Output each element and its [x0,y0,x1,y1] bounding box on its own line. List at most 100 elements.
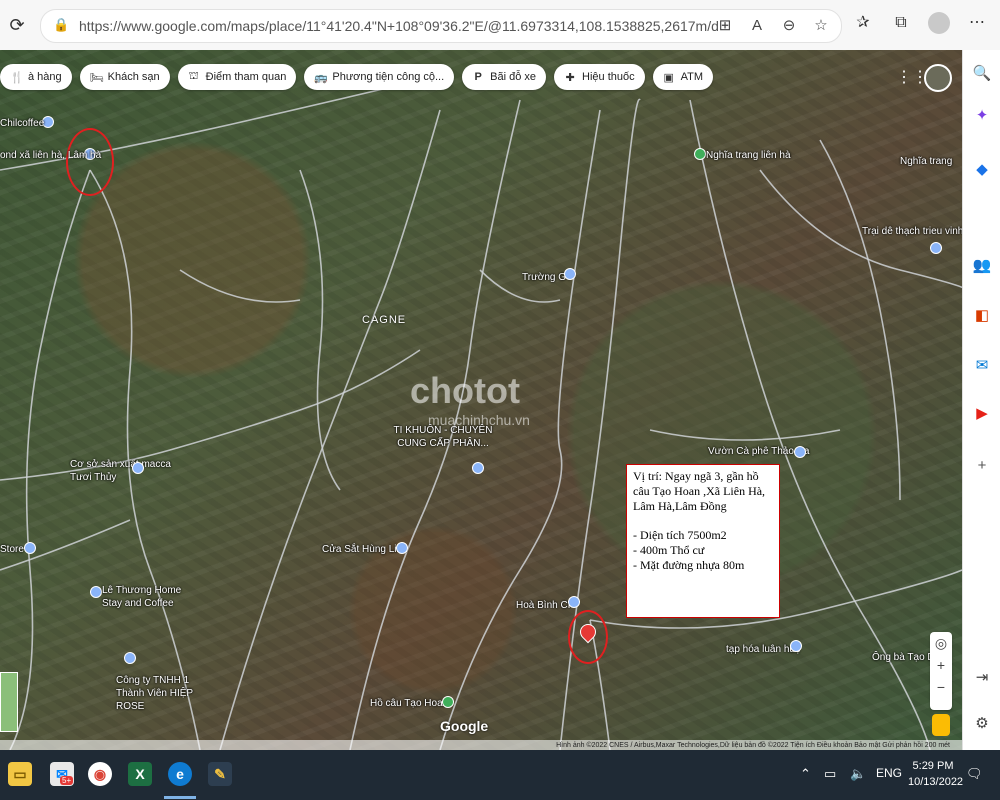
place-pin[interactable] [694,148,706,160]
place-label[interactable]: Nghĩa trang liên hà [706,150,791,161]
chip-hotel[interactable]: 🛏 Khách sạn [79,64,170,90]
place-label[interactable]: Công ty TNHH 1 Thành Viên HIỆP ROSE [116,674,216,713]
street-view-pegman-icon[interactable] [932,714,950,736]
zoom-out-button[interactable]: − [930,676,952,698]
category-chips: 🍴 à hàng 🛏 Khách sạn ⛫ Điểm tham quan 🚌 Phươ… [0,64,714,90]
clock-time: 5:29 PM [912,760,954,772]
place-label[interactable]: Store [0,544,24,555]
lock-icon[interactable]: 🔒 [53,17,69,33]
map-attribution: Hình ảnh ©2022 CNES / Airbus,Maxar Techn… [0,740,962,750]
volume-icon[interactable]: 🔈 [850,766,866,782]
hotel-icon: 🛏 [89,71,104,84]
profile-avatar[interactable] [928,12,950,34]
place-label[interactable]: Hoà Bình CP [516,600,574,611]
callout-area: - Diện tích 7500m2 [633,528,727,542]
chrome-icon[interactable]: ◉ [88,762,112,786]
map-profile-avatar[interactable] [924,64,952,92]
zoom-icon[interactable]: ⊖ [779,16,799,36]
place-pin[interactable] [930,242,942,254]
place-pin[interactable] [90,586,102,598]
chip-atm[interactable]: ▣ ATM [652,64,714,90]
property-info-callout: Vị trí: Ngay ngã 3, gần hồ câu Tạo Hoan … [626,464,780,618]
address-bar[interactable]: 🔒 https://www.google.com/maps/place/11°4… [40,9,842,43]
callout-residential: - 400m Thổ cư [633,543,705,557]
search-icon[interactable]: 🔍 [972,64,992,84]
show-hidden-icons[interactable]: ⌃ [800,766,811,782]
settings-icon[interactable]: ⚙ [972,714,992,734]
excel-icon[interactable]: X [128,762,152,786]
refresh-icon[interactable]: ⟳ [6,14,28,36]
edge-icon[interactable]: e [168,762,192,786]
outlook-icon[interactable]: ✉ [972,356,992,376]
more-menu-icon[interactable]: ⋯ [966,12,988,34]
place-pin[interactable] [396,542,408,554]
read-aloud-icon[interactable]: A [747,16,767,36]
notification-center-icon[interactable]: 🗨 [966,766,983,782]
chip-restaurant[interactable]: 🍴 à hàng [0,64,72,90]
watermark: chotot [410,370,520,411]
area-label: CAGNE [362,314,407,326]
restaurant-icon: 🍴 [10,71,24,84]
favorite-add-icon[interactable]: ☆ [811,16,831,36]
place-label[interactable]: Cơ sở sản xuất macca Tươi Thủy [70,458,180,484]
place-pin[interactable] [442,696,454,708]
callout-road-frontage: - Mặt đường nhựa 80m [633,558,745,572]
place-pin[interactable] [564,268,576,280]
place-label[interactable]: ond xã liên hà, Lâm hà [0,150,101,161]
shopping-icon[interactable]: ◆ [972,160,992,180]
notification-badge: 5+ [60,776,74,785]
attraction-icon: ⛫ [188,70,199,82]
place-label[interactable]: Cửa Sắt Hùng Linh [322,544,408,555]
edge-sidebar: 🔍 ✦ ◆ 👥 ◧ ✉ ▶ + ⇥ ⚙ [962,50,1000,750]
callout-location: Vị trí: Ngay ngã 3, gần hồ câu Tạo Hoan … [633,469,766,513]
browser-toolbar: ⟳ 🔒 https://www.google.com/maps/place/11… [0,0,1000,51]
compass-icon[interactable]: ◎ [930,632,952,654]
parking-icon: P [474,71,482,83]
place-pin[interactable] [794,446,806,458]
map-controls: ◎ + − [930,632,952,710]
battery-icon[interactable]: ▭ [824,766,836,782]
add-icon[interactable]: + [972,456,992,476]
hide-sidebar-icon[interactable]: ⇥ [972,668,992,688]
atm-icon: ▣ [663,71,674,84]
apps-icon[interactable]: ⊞ [715,16,735,36]
place-pin[interactable] [472,462,484,474]
url-text[interactable]: https://www.google.com/maps/place/11°41'… [79,18,719,36]
collections-icon[interactable]: ⧉ [890,12,912,34]
paint-icon[interactable]: ✎ [208,762,232,786]
chip-pharmacy[interactable]: ✚ Hiệu thuốc [554,64,645,90]
favorites-icon[interactable]: ✰ [852,12,874,34]
place-label[interactable]: Hồ câu Tạo Hoan [370,698,448,709]
place-pin[interactable] [124,652,136,664]
clock-date: 10/13/2022 [908,776,964,788]
people-icon[interactable]: 👥 [972,256,992,276]
chip-attractions[interactable]: ⛫ Điểm tham quan [177,64,297,90]
copilot-icon[interactable]: ✦ [972,106,992,126]
file-explorer-icon[interactable]: ▭ [8,762,32,786]
layers-thumbnail[interactable] [0,672,18,732]
transit-icon: 🚌 [314,71,329,84]
pharmacy-icon: ✚ [565,71,575,84]
place-label[interactable]: TI KHUÔN - CHUYÊN CUNG CẤP PHÂN... [388,424,498,450]
active-app-indicator [164,796,196,799]
map-satellite-view[interactable]: 🍴 à hàng 🛏 Khách sạn ⛫ Điểm tham quan 🚌 Phươ… [0,50,962,750]
google-apps-icon[interactable]: ⋮⋮ [896,68,928,88]
chip-transit[interactable]: 🚌 Phương tiện công cộ... [304,64,455,90]
system-clock[interactable]: 5:29 PM 10/13/2022 [908,758,964,790]
highlight-circle [66,128,114,196]
place-label[interactable]: Nghĩa trang [900,156,952,167]
place-label[interactable]: Chilcoffee [0,118,44,129]
google-logo: Google [440,718,489,734]
windows-taskbar: ▭ ✉ 5+ ◉ X e ✎ ⌃ ▭ 🔈 ENG 5:29 PM 10/13/2… [0,750,1000,800]
office-icon[interactable]: ◧ [972,306,992,326]
place-label[interactable]: Trại dê thạch trieu vinh [862,226,962,237]
zoom-in-button[interactable]: + [930,654,952,676]
place-pin[interactable] [24,542,36,554]
place-label[interactable]: Lê Thương Home Stay and Coffee [102,584,192,610]
place-pin[interactable] [568,596,580,608]
language-indicator[interactable]: ENG [876,766,902,780]
place-pin[interactable] [132,462,144,474]
place-pin[interactable] [790,640,802,652]
chip-parking[interactable]: P Bãi đỗ xe [462,64,547,90]
youtube-icon[interactable]: ▶ [972,404,992,424]
